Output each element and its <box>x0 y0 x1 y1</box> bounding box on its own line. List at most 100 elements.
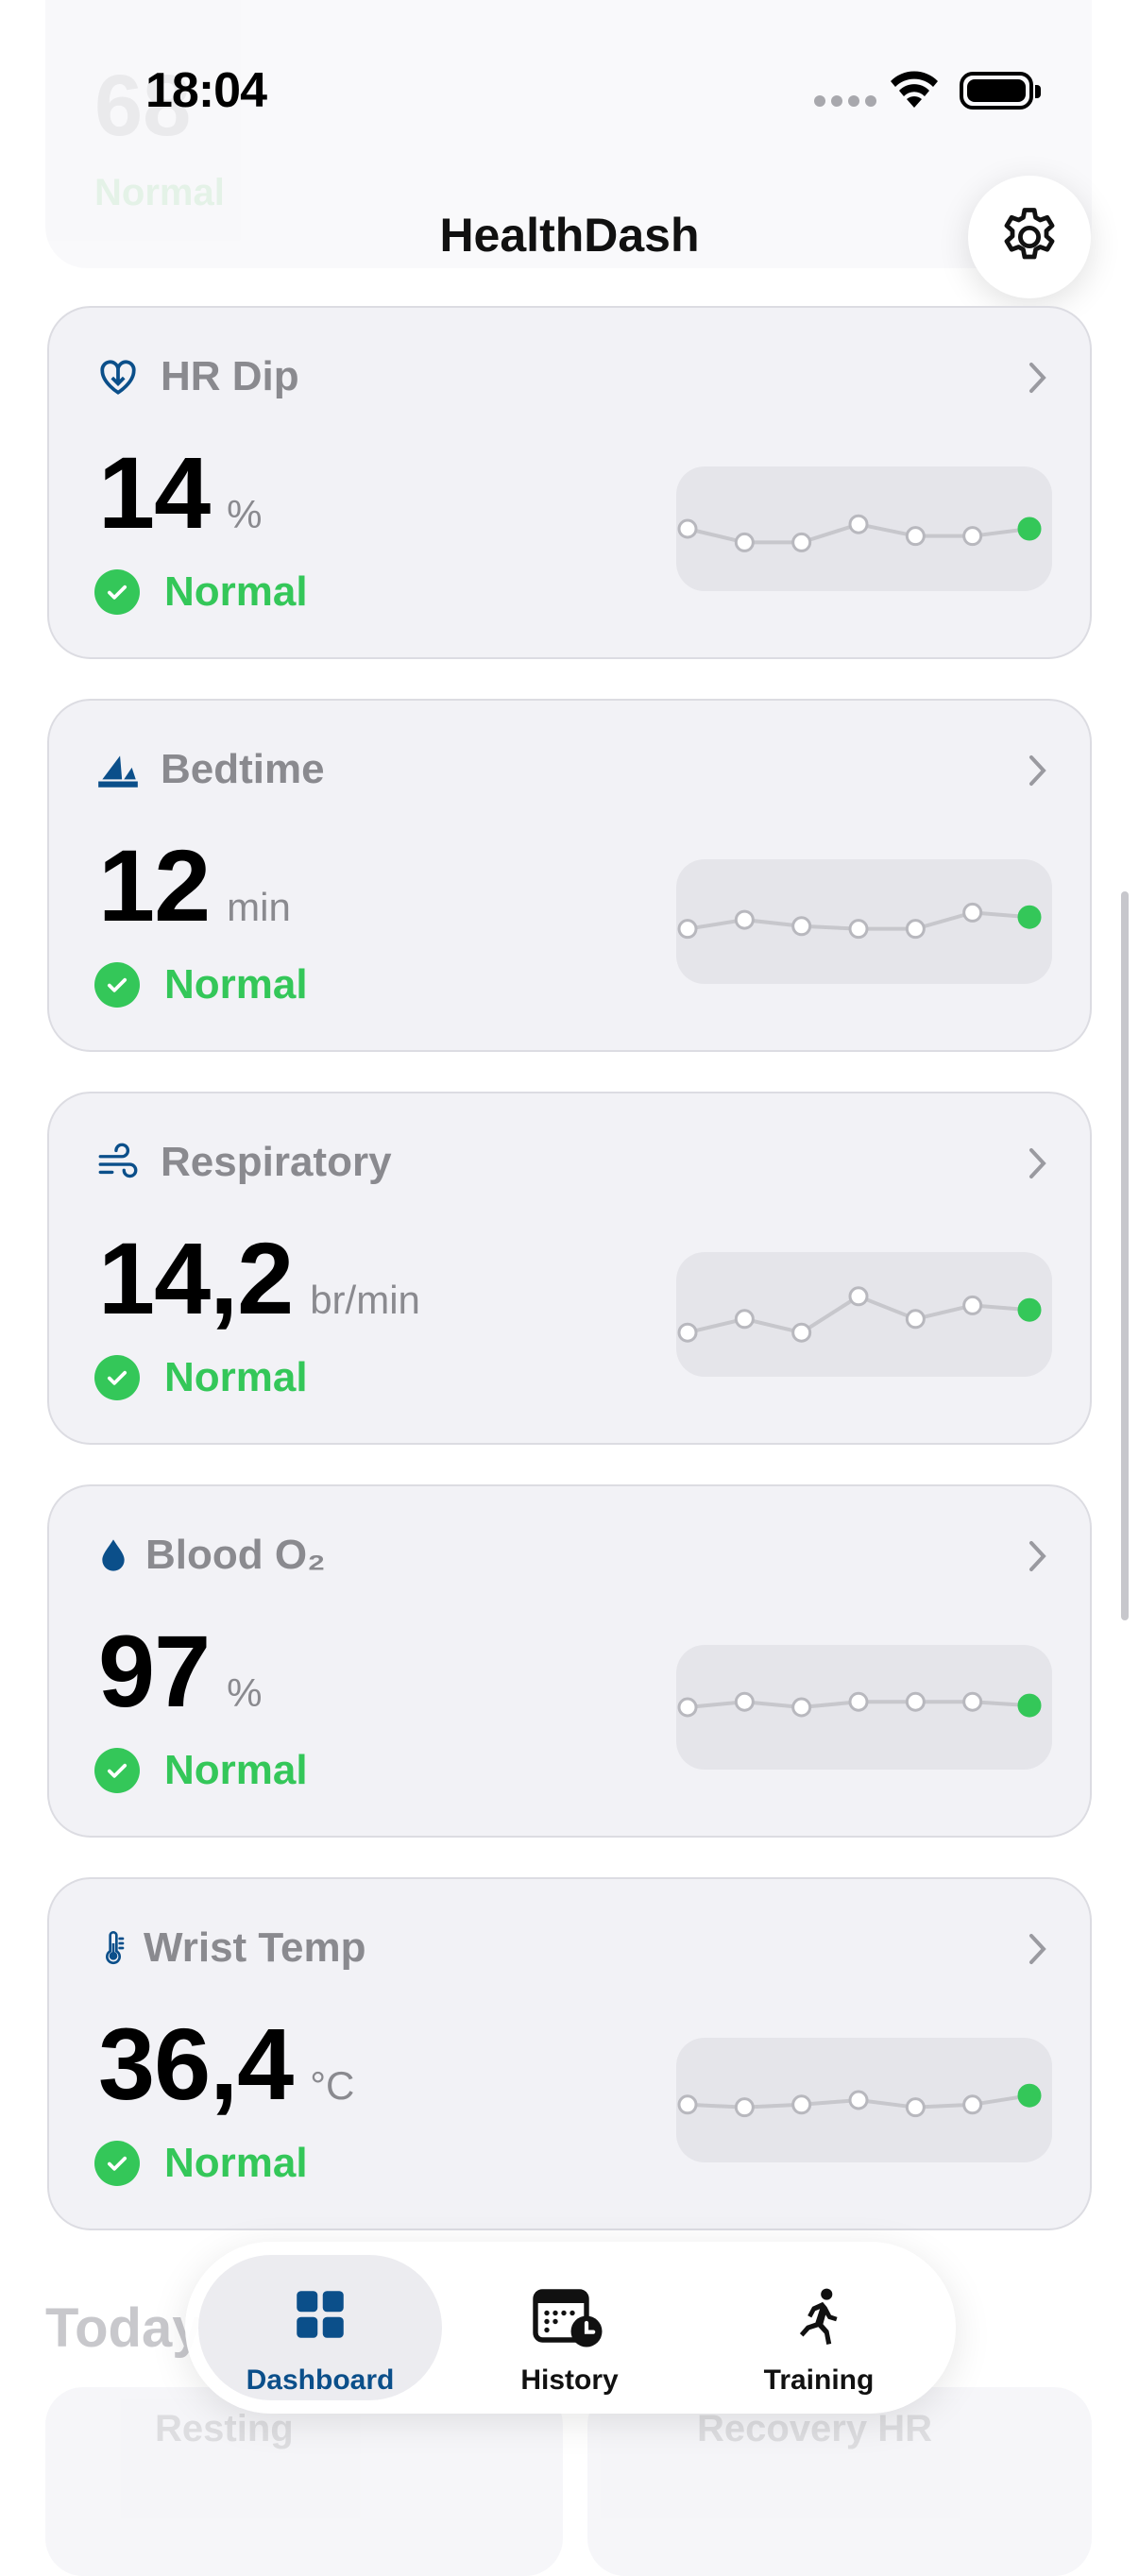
card-title: Blood O₂ <box>145 1532 326 1578</box>
card-title: Respiratory <box>161 1139 392 1185</box>
sparkline-point <box>962 526 983 547</box>
sparkline-point <box>905 1309 926 1330</box>
trend-sparkline <box>676 1645 1052 1770</box>
sparkline-point <box>791 2094 812 2115</box>
card-title: HR Dip <box>161 353 299 399</box>
chevron-right-icon <box>1029 1148 1046 1178</box>
sparkline-point <box>905 919 926 940</box>
card-unit: min <box>227 885 291 929</box>
cellular-signal-icon <box>814 94 882 111</box>
checkmark-icon <box>94 962 140 1008</box>
scroll-indicator[interactable] <box>1121 891 1129 1620</box>
section-heading-today: Today <box>45 2297 203 2359</box>
sparkline-point <box>905 2097 926 2118</box>
sparkline-point <box>791 532 812 552</box>
running-icon <box>799 2288 838 2345</box>
sparkline-point <box>677 2094 698 2115</box>
sparkline-point <box>734 532 755 552</box>
sparkline-latest-point <box>1017 2083 1042 2108</box>
sparkline-point <box>848 2090 869 2110</box>
checkmark-icon <box>94 1355 140 1400</box>
sparkline-point <box>734 2097 755 2118</box>
card-value: 14,2 br/min <box>98 1221 420 1335</box>
card-value: 97% <box>98 1614 263 1728</box>
sparkline-svg <box>677 2083 1042 2118</box>
card-unit: % <box>227 1670 263 1715</box>
trend-sparkline <box>676 859 1052 984</box>
sparkline-point <box>905 526 926 547</box>
tab-dashboard[interactable]: Dashboard <box>198 2255 442 2400</box>
below-card-recovery-hr[interactable]: Recovery HR <box>587 2387 1092 2576</box>
tab-label: Dashboard <box>246 2364 395 2396</box>
sparkline-point <box>962 902 983 923</box>
sparkline-svg <box>677 1286 1042 1343</box>
sparkline-point <box>677 1697 698 1718</box>
clock: 18:04 <box>145 63 267 118</box>
checkmark-icon <box>94 569 140 615</box>
sparkline-point <box>734 909 755 930</box>
sparkline-point <box>677 1322 698 1343</box>
sparkline-latest-point <box>1017 1297 1042 1322</box>
status-indicator: Normal <box>94 961 308 1008</box>
tab-label: History <box>520 2364 619 2396</box>
tab-history[interactable]: History <box>448 2255 691 2400</box>
status-indicator: Normal <box>94 568 308 616</box>
status-indicator: Normal <box>94 2140 308 2187</box>
settings-button[interactable] <box>968 176 1091 298</box>
sparkline-latest-point <box>1017 905 1042 929</box>
trend-sparkline <box>676 1252 1052 1377</box>
card-value: 14% <box>98 435 263 550</box>
wifi-icon <box>891 71 938 108</box>
tab-label: Training <box>763 2364 875 2396</box>
card-unit: br/min <box>310 1278 420 1322</box>
status-text: Normal <box>164 568 308 615</box>
metric-card-hr-dip[interactable]: HR Dip 14% Normal <box>47 306 1092 659</box>
below-card-label: Recovery HR <box>697 2408 933 2449</box>
trend-sparkline <box>676 466 1052 591</box>
card-unit: % <box>227 492 263 536</box>
sparkline-point <box>791 1322 812 1343</box>
sparkline-latest-point <box>1017 517 1042 541</box>
drop-icon <box>102 1539 125 1571</box>
sparkline-svg <box>677 902 1042 940</box>
chevron-right-icon <box>1029 1934 1046 1964</box>
sparkline-point <box>962 1295 983 1315</box>
status-text: Normal <box>164 1747 308 1793</box>
battery-icon <box>960 72 1041 110</box>
status-bar: 18:04 <box>0 0 1139 179</box>
card-value: 36,4 °C <box>98 2007 355 2121</box>
status-text: Normal <box>164 961 308 1008</box>
sparkline-point <box>962 2094 983 2115</box>
below-card-resting[interactable]: Resting <box>45 2387 563 2576</box>
sparkline-point <box>791 916 812 937</box>
thermometer-icon <box>106 1931 125 1965</box>
chevron-right-icon <box>1029 755 1046 786</box>
below-card-label: Resting <box>155 2408 294 2449</box>
sparkline-svg <box>677 514 1042 552</box>
heart-down-icon <box>100 360 136 395</box>
sparkline-point <box>734 1691 755 1712</box>
sparkline-point <box>677 919 698 940</box>
checkmark-icon <box>94 2141 140 2186</box>
card-value: 12 min <box>98 828 291 942</box>
status-indicator: Normal <box>94 1747 308 1794</box>
metric-card-blood-oxygen[interactable]: Blood O₂ 97% Normal <box>47 1484 1092 1838</box>
sparkline-point <box>734 1309 755 1330</box>
metric-card-respiratory[interactable]: Respiratory 14,2 br/min Normal <box>47 1092 1092 1445</box>
chevron-right-icon <box>1029 1541 1046 1571</box>
trend-sparkline <box>676 2038 1052 2162</box>
chevron-right-icon <box>1029 363 1046 393</box>
tab-bar: Dashboard History Training <box>185 2242 956 2414</box>
sparkline-latest-point <box>1017 1693 1042 1718</box>
tab-training[interactable]: Training <box>697 2255 941 2400</box>
sparkline-point <box>962 1691 983 1712</box>
sparkline-svg <box>677 1691 1042 1718</box>
metric-card-wrist-temp[interactable]: Wrist Temp 36,4 °C Normal <box>47 1877 1092 2230</box>
checkmark-icon <box>94 1748 140 1793</box>
card-unit: °C <box>310 2063 355 2108</box>
calendar-clock-icon <box>533 2289 603 2347</box>
sparkline-point <box>905 1691 926 1712</box>
metric-card-bedtime[interactable]: Bedtime 12 min Normal <box>47 699 1092 1052</box>
sparkline-point <box>848 514 869 534</box>
status-text: Normal <box>164 2140 308 2186</box>
